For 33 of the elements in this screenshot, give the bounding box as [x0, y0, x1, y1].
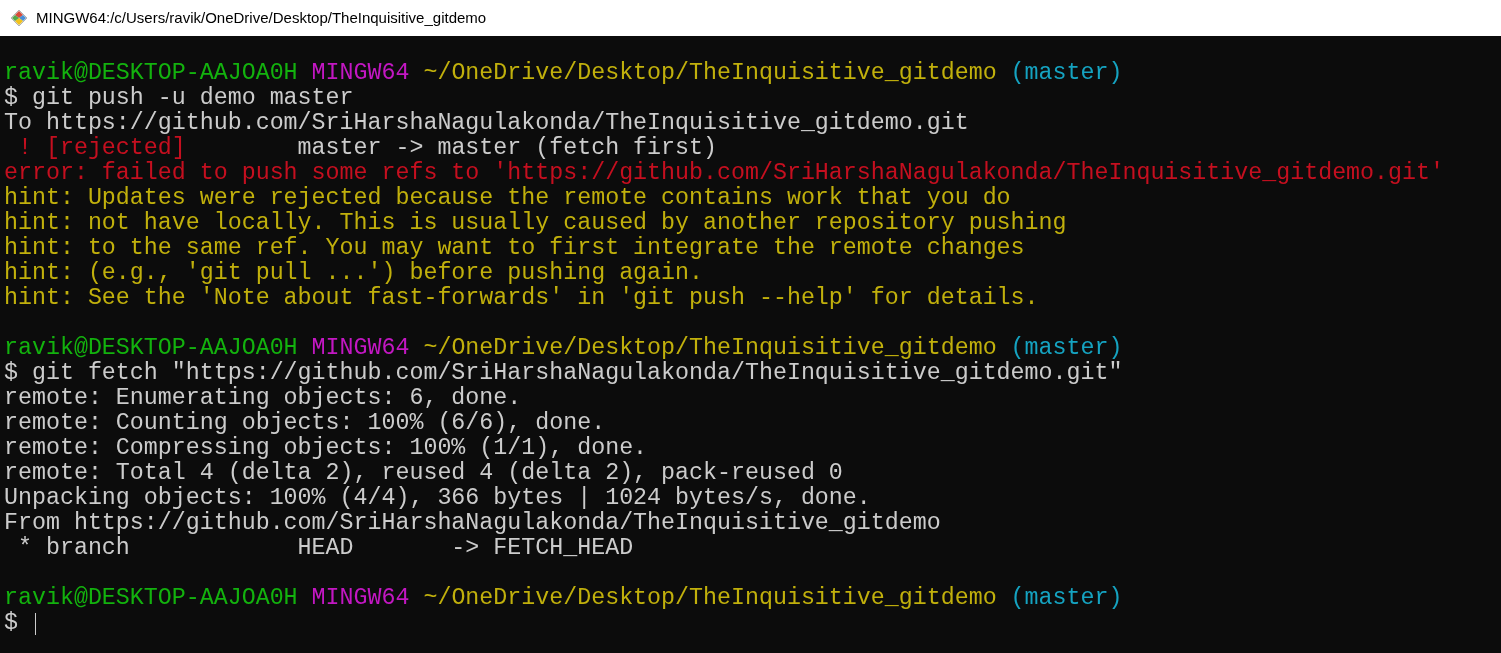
- terminal-text: MINGW64: [310, 586, 410, 611]
- terminal-text: From https://github.com/SriHarshaNagulakonda/TheInquisitive_gitdemo: [4, 511, 941, 536]
- terminal-text: ravik@DESKTOP-AAJOA0H: [4, 61, 298, 86]
- terminal-text: hint: (e.g., 'git pull ...') before pushing again.: [4, 261, 704, 286]
- terminal-text: ravik@DESKTOP-AAJOA0H: [4, 586, 298, 611]
- terminal-text: ~/OneDrive/Desktop/TheInquisitive_gitdemo: [422, 61, 997, 86]
- window-title: MINGW64:/c/Users/ravik/OneDrive/Desktop/TheInquisitive_gitdemo: [36, 7, 487, 28]
- terminal-text: (master): [1009, 586, 1123, 611]
- terminal-text: To https://github.com/SriHarshaNagulakonda/TheInquisitive_gitdemo.git: [4, 111, 969, 136]
- terminal-text: remote: Counting objects: 100% (6/6), done.: [4, 411, 606, 436]
- terminal-text: * branch HEAD -> FETCH_HEAD: [16, 536, 634, 561]
- terminal-text: $: [4, 611, 18, 636]
- terminal-text: MINGW64: [310, 61, 410, 86]
- terminal-text: ! [rejected]: [16, 136, 186, 161]
- terminal-text: ravik@DESKTOP-AAJOA0H: [4, 336, 298, 361]
- terminal-text: $ git push -u demo master: [4, 86, 354, 111]
- terminal-text: ~/OneDrive/Desktop/TheInquisitive_gitdemo: [422, 336, 997, 361]
- terminal-text: (master): [1009, 61, 1123, 86]
- terminal-text: remote: Total 4 (delta 2), reused 4 (delta 2), pack-reused 0: [4, 461, 843, 486]
- terminal-text: MINGW64: [310, 336, 410, 361]
- terminal-text: master -> master (fetch first): [296, 136, 717, 161]
- terminal-text: (master): [1009, 336, 1123, 361]
- terminal-text: remote: Enumerating objects: 6, done.: [4, 386, 522, 411]
- terminal-text: Unpacking objects: 100% (4/4), 366 bytes | 1024 bytes/s, done.: [4, 486, 871, 511]
- diamond-app-icon: [10, 9, 28, 27]
- terminal-text: error: failed to push some refs to 'https://github.com/SriHarshaNagulakonda/TheInquisitive_gitdemo.git': [4, 161, 1444, 186]
- terminal-text: remote: Compressing objects: 100% (1/1), done.: [4, 436, 648, 461]
- terminal-text: ~/OneDrive/Desktop/TheInquisitive_gitdemo: [422, 586, 997, 611]
- terminal-text: $ git fetch "https://github.com/SriHarshaNagulakonda/TheInquisitive_gitdemo.git": [4, 361, 1123, 386]
- terminal-text: hint: not have locally. This is usually caused by another repository pushing: [4, 211, 1067, 236]
- terminal-text: hint: Updates were rejected because the remote contains work that you do: [4, 186, 1011, 211]
- terminal-text: hint: to the same ref. You may want to first integrate the remote changes: [4, 236, 1025, 261]
- terminal-text: hint: See the 'Note about fast-forwards' in 'git push --help' for details.: [4, 286, 1039, 311]
